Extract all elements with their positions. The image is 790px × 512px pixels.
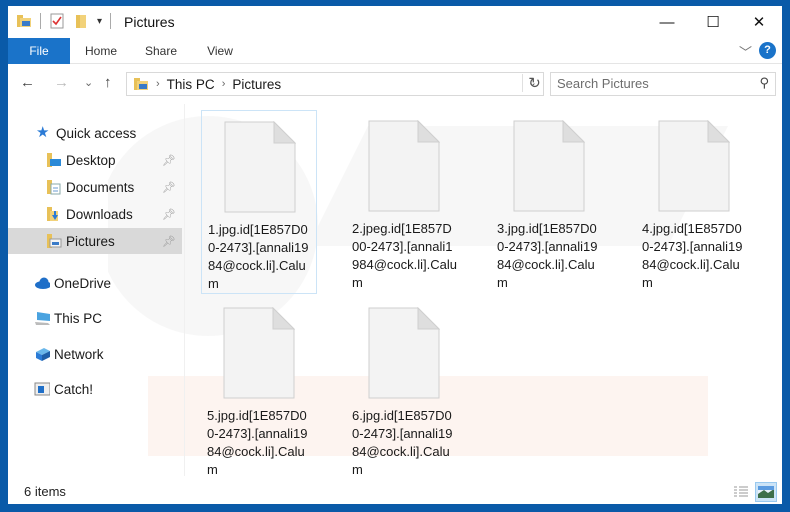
back-button[interactable]: ←	[20, 74, 35, 91]
breadcrumb-this-pc[interactable]: This PC	[167, 77, 215, 92]
search-placeholder: Search Pictures	[557, 76, 649, 91]
separator	[40, 13, 41, 29]
ribbon-tabs: File Home Share View ﹀ ?	[8, 38, 782, 64]
close-button[interactable]: ✕	[736, 6, 782, 38]
sidebar-item-label: Pictures	[66, 233, 115, 249]
search-icon[interactable]: ⚲	[759, 75, 769, 91]
up-button[interactable]: ↑	[104, 74, 112, 91]
large-icons-view-button[interactable]	[755, 482, 777, 502]
desktop-folder-icon	[47, 153, 61, 167]
sidebar-item-network[interactable]: Network	[8, 341, 182, 367]
expand-ribbon-chevron-down-icon[interactable]: ﹀	[739, 42, 752, 61]
breadcrumb-chevron-icon: ›	[221, 78, 226, 90]
tab-share[interactable]: Share	[138, 38, 184, 64]
large-icons-view-icon	[758, 486, 774, 498]
recent-locations-button[interactable]: ⌄	[84, 76, 93, 89]
window-title: Pictures	[124, 14, 175, 30]
pictures-folder-icon	[134, 78, 148, 90]
file-item[interactable]: 3.jpg.id[1E857D0 0-2473].[annali19 84@cock…	[491, 110, 607, 294]
sidebar-item-label: This PC	[54, 310, 103, 326]
help-icon[interactable]: ?	[759, 42, 776, 59]
blank-file-icon	[368, 120, 440, 212]
file-item[interactable]: 1.jpg.id[1E857D0 0-2473].[annali19 84@cock…	[201, 110, 317, 294]
blank-file-icon	[368, 307, 440, 399]
blank-file-icon	[223, 307, 295, 399]
sidebar-item-label: Desktop	[66, 152, 116, 168]
network-icon	[36, 348, 50, 361]
blank-file-icon	[224, 121, 296, 213]
computer-icon	[35, 312, 50, 325]
pane-divider[interactable]	[184, 104, 185, 476]
window-icon	[34, 382, 50, 396]
file-name: 6.jpg.id[1E857D0 0-2473].[annali19 84@cock…	[352, 408, 453, 477]
sidebar-item-pictures[interactable]: Pictures 📌︎	[8, 228, 182, 254]
cloud-icon	[35, 277, 50, 289]
sidebar-item-quick-access[interactable]: ★ Quick access	[8, 120, 182, 146]
file-name: 2.jpeg.id[1E857D 00-2473].[annali1 984@coc…	[352, 221, 457, 290]
blank-file-icon	[658, 120, 730, 212]
sidebar-item-this-pc[interactable]: This PC	[8, 305, 182, 331]
new-folder-icon[interactable]	[73, 13, 89, 29]
details-view-button[interactable]	[730, 482, 752, 502]
sidebar-item-onedrive[interactable]: OneDrive	[8, 270, 182, 296]
pin-icon[interactable]: 📌︎	[162, 154, 176, 167]
file-item[interactable]: 5.jpg.id[1E857D0 0-2473].[annali19 84@cock…	[201, 297, 317, 481]
details-view-icon	[734, 486, 748, 497]
pin-icon[interactable]: 📌︎	[162, 235, 176, 248]
pin-icon[interactable]: 📌︎	[162, 181, 176, 194]
address-bar[interactable]: › This PC › Pictures ⌄	[126, 72, 544, 96]
blank-file-icon	[513, 120, 585, 212]
breadcrumb-pictures[interactable]: Pictures	[232, 77, 281, 92]
item-count: 6 items	[24, 484, 66, 499]
downloads-folder-icon	[47, 207, 58, 221]
navigation-bar: ← → ⌄ ↑ › This PC › Pictures ⌄ ↻ Search …	[8, 70, 782, 98]
title-bar: ▾ Pictures — ☐ ✕	[8, 6, 782, 38]
sidebar-item-downloads[interactable]: Downloads 📌︎	[8, 201, 182, 227]
pictures-folder-icon	[47, 234, 62, 248]
file-item[interactable]: 2.jpeg.id[1E857D 00-2473].[annali1 984@coc…	[346, 110, 462, 294]
file-name: 3.jpg.id[1E857D0 0-2473].[annali19 84@cock…	[497, 221, 598, 290]
sidebar-item-catch[interactable]: Catch!	[8, 376, 182, 402]
pin-icon[interactable]: 📌︎	[162, 208, 176, 221]
file-list: 1.jpg.id[1E857D0 0-2473].[annali19 84@cock…	[188, 104, 782, 477]
sidebar-item-documents[interactable]: Documents 📌︎	[8, 174, 182, 200]
file-name: 5.jpg.id[1E857D0 0-2473].[annali19 84@cock…	[207, 408, 308, 477]
sidebar-item-desktop[interactable]: Desktop 📌︎	[8, 147, 182, 173]
maximize-button[interactable]: ☐	[690, 6, 736, 38]
pictures-folder-icon	[17, 15, 31, 27]
search-input[interactable]: Search Pictures ⚲	[550, 72, 776, 96]
sidebar-item-label: Downloads	[66, 206, 133, 222]
file-item[interactable]: 4.jpg.id[1E857D0 0-2473].[annali19 84@cock…	[636, 110, 752, 294]
sidebar-item-label: Catch!	[54, 381, 94, 397]
file-name: 4.jpg.id[1E857D0 0-2473].[annali19 84@cock…	[642, 221, 743, 290]
star-icon: ★	[36, 124, 50, 141]
status-bar: 6 items	[8, 480, 782, 504]
breadcrumb-chevron-icon: ›	[156, 78, 160, 90]
tab-home[interactable]: Home	[78, 38, 124, 64]
explorer-window: ▾ Pictures — ☐ ✕ File Home Share View ﹀ …	[8, 6, 782, 504]
file-name: 1.jpg.id[1E857D0 0-2473].[annali19 84@cock…	[208, 222, 309, 291]
refresh-button[interactable]: ↻	[522, 74, 546, 92]
properties-icon[interactable]	[49, 13, 65, 29]
sidebar-item-label: Network	[54, 346, 104, 362]
tab-file[interactable]: File	[8, 38, 70, 64]
customize-toolbar-dropdown-icon[interactable]: ▾	[97, 16, 102, 27]
sidebar-item-label: Documents	[66, 179, 135, 195]
minimize-button[interactable]: —	[644, 6, 690, 38]
file-item[interactable]: 6.jpg.id[1E857D0 0-2473].[annali19 84@cock…	[346, 297, 462, 481]
window-controls: — ☐ ✕	[644, 6, 782, 38]
sidebar-item-label: OneDrive	[54, 275, 112, 291]
tab-view[interactable]: View	[198, 38, 242, 64]
sidebar-item-label: Quick access	[56, 125, 137, 141]
separator	[110, 13, 112, 29]
forward-button[interactable]: →	[54, 74, 69, 91]
quick-access-toolbar: ▾	[16, 13, 112, 29]
navigation-pane: ★ Quick access Desktop 📌︎ Documents 📌︎ D…	[8, 104, 184, 476]
documents-folder-icon	[47, 180, 61, 195]
